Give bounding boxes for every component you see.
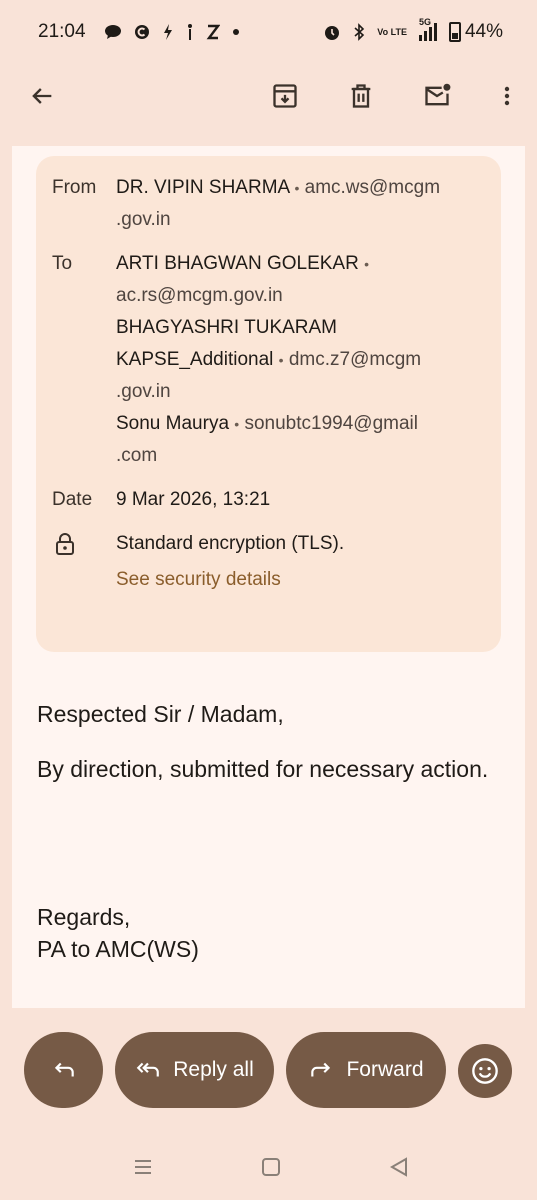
- trash-icon: [351, 84, 371, 108]
- dot-icon: [232, 28, 240, 36]
- recipient-name: KAPSE_Additional: [116, 349, 274, 370]
- top-app-bar: [0, 64, 537, 128]
- bluetooth-icon: [353, 23, 365, 41]
- back-nav-button[interactable]: [384, 1152, 414, 1182]
- triangle-back-icon: [389, 1157, 407, 1177]
- separator: •: [364, 256, 370, 272]
- mail-unread-icon: [425, 83, 451, 106]
- forward-label: Forward: [346, 1058, 424, 1081]
- from-value: DR. VIPIN SHARMA • amc.ws@mcgm .gov.in: [116, 172, 476, 236]
- encryption-value: Standard encryption (TLS). See security …: [116, 528, 476, 596]
- toolbar-actions: [267, 78, 519, 114]
- mark-unread-button[interactable]: [419, 78, 455, 114]
- home-square-icon: [262, 1158, 280, 1176]
- recipient-name: Sonu Maurya: [116, 413, 230, 434]
- recipient-email-cont: .gov.in: [116, 381, 171, 402]
- recipient-name: ARTI BHAGWAN GOLEKAR: [116, 253, 359, 274]
- lock-icon: [56, 533, 74, 555]
- recipient-email: sonubtc1994@gmail: [244, 413, 418, 434]
- separator: •: [278, 352, 284, 368]
- status-left: 21:04: [38, 21, 240, 43]
- message-regards: Regards,: [37, 904, 131, 930]
- sender-email-cont: .gov.in: [116, 209, 171, 230]
- reply-button[interactable]: [24, 1032, 103, 1108]
- date-value: 9 Mar 2026, 13:21: [116, 489, 271, 510]
- status-time: 21:04: [38, 21, 86, 42]
- battery-percent: 44%: [464, 21, 503, 42]
- recent-apps-button[interactable]: [128, 1152, 158, 1182]
- sender-name: DR. VIPIN SHARMA: [116, 177, 290, 198]
- email-details-card: From DR. VIPIN SHARMA • amc.ws@mcgm .gov…: [36, 156, 501, 652]
- emoji-reaction-button[interactable]: [458, 1044, 512, 1098]
- volte-icon: Vo LTE: [377, 26, 407, 37]
- back-button[interactable]: [24, 78, 60, 114]
- alarm-icon: [323, 23, 341, 41]
- menu-icon: [135, 1160, 151, 1174]
- home-button[interactable]: [256, 1152, 286, 1182]
- reply-all-icon: [136, 1062, 160, 1077]
- to-value: ARTI BHAGWAN GOLEKAR • ac.rs@mcgm.gov.in…: [116, 248, 476, 472]
- emoji-icon: [472, 1058, 498, 1084]
- forward-button[interactable]: Forward: [286, 1032, 446, 1108]
- recipient-email: ac.rs@mcgm.gov.in: [116, 285, 283, 306]
- status-right: Vo LTE 5G 44%: [323, 17, 503, 43]
- reply-all-button[interactable]: Reply all: [115, 1032, 274, 1108]
- forward-icon: [311, 1062, 331, 1077]
- status-bar: 21:04 Vo LTE 5G 44%: [0, 0, 537, 64]
- see-security-details-link[interactable]: See security details: [116, 564, 476, 596]
- separator: •: [234, 416, 240, 432]
- c-icon: [134, 24, 150, 40]
- recipient-name: BHAGYASHRI TUKARAM: [116, 317, 338, 338]
- recipient-email-cont: .com: [116, 445, 158, 466]
- recipient-email: dmc.z7@mcgm: [288, 349, 422, 370]
- to-label: To: [52, 253, 73, 274]
- bolt-icon: [162, 23, 174, 41]
- arrow-back-icon: [32, 88, 52, 104]
- date-label: Date: [52, 489, 93, 510]
- message-body: By direction, submitted for necessary ac…: [37, 756, 489, 782]
- reply-all-label: Reply all: [173, 1058, 254, 1081]
- reply-icon: [54, 1062, 74, 1077]
- encryption-text: Standard encryption (TLS).: [116, 533, 345, 554]
- message-greeting: Respected Sir / Madam,: [37, 701, 284, 727]
- from-label: From: [52, 177, 97, 198]
- more-options-button[interactable]: [495, 78, 519, 114]
- message-signature: PA to AMC(WS): [37, 936, 199, 962]
- chat-bubble-icon: [104, 24, 122, 40]
- email-content: From DR. VIPIN SHARMA • amc.ws@mcgm .gov…: [12, 146, 525, 1008]
- network-type: 5G: [418, 17, 431, 27]
- separator: •: [294, 180, 300, 196]
- delete-button[interactable]: [343, 78, 379, 114]
- sender-email: amc.ws@mcgm: [304, 177, 441, 198]
- reply-action-bar: Reply all Forward: [0, 1032, 537, 1110]
- archive-button[interactable]: [267, 78, 303, 114]
- archive-icon: [273, 84, 297, 108]
- battery-icon: [448, 22, 461, 42]
- signal-icon: 5G: [418, 17, 437, 41]
- system-nav-bar: [0, 1140, 537, 1190]
- more-vert-icon: [504, 86, 510, 106]
- z-icon: [206, 24, 220, 40]
- antenna-icon: [186, 23, 194, 41]
